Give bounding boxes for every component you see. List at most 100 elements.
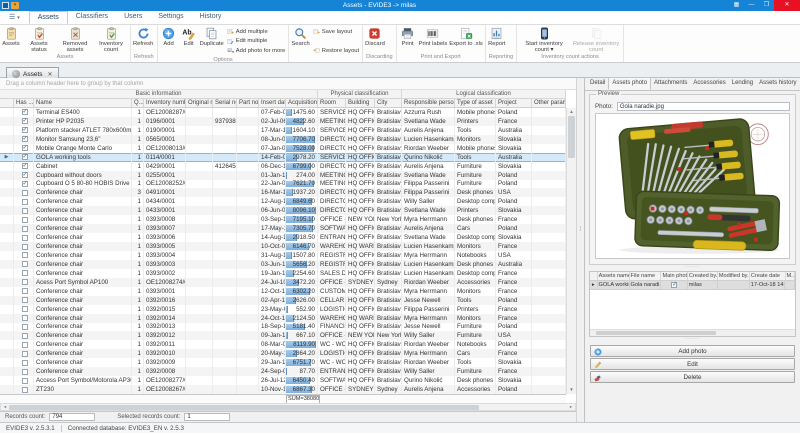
panel-tab-detail[interactable]: Detail: [587, 78, 608, 90]
row-checkbox[interactable]: [22, 360, 28, 366]
row-checkbox[interactable]: [22, 244, 28, 250]
removed-assets-button[interactable]: Removed assets: [57, 26, 93, 53]
table-row[interactable]: ✓Platform stacker ATLET 780x600mm10190/0…: [0, 126, 566, 135]
column-header-part-no-[interactable]: Part no.: [237, 99, 259, 108]
table-row[interactable]: ✓Monitor Samsung 23,6''10565/000108-Jun-…: [0, 135, 566, 144]
table-row[interactable]: ✓Printer HP P203510196/0001937938902-Jul…: [0, 117, 566, 126]
photo-table-scrollbar[interactable]: [590, 329, 795, 336]
row-checkbox[interactable]: ✓: [22, 181, 28, 187]
scroll-down-icon[interactable]: ▼: [567, 386, 576, 394]
photo-column-header[interactable]: Main photo: [661, 272, 687, 281]
panel-tab-assets-photo[interactable]: Assets photo: [608, 77, 651, 90]
row-checkbox[interactable]: [22, 297, 28, 303]
panel-tab-attachments[interactable]: Attachments: [651, 78, 690, 90]
ribbon-display-icon[interactable]: ▦: [729, 0, 744, 11]
row-checkbox[interactable]: ✓: [22, 136, 28, 142]
discard-button[interactable]: Discard: [364, 26, 386, 47]
add-photo-button[interactable]: Add photo: [590, 345, 795, 357]
row-checkbox[interactable]: [22, 306, 28, 312]
row-checkbox[interactable]: ✓: [22, 145, 28, 151]
table-row[interactable]: Conference chair10393/000803-Sep-147195.…: [0, 215, 566, 224]
row-checkbox[interactable]: ✓: [22, 163, 28, 169]
photo-column-header[interactable]: Assets name: [598, 272, 630, 281]
column-header-other-parameter[interactable]: Other parameter: [532, 99, 566, 108]
photo-column-header[interactable]: M...: [786, 272, 795, 281]
column-header-project[interactable]: Project: [496, 99, 532, 108]
table-row[interactable]: Conference chair10433/000106-Jun-098096.…: [0, 206, 566, 215]
row-checkbox[interactable]: [22, 333, 28, 339]
row-checkbox[interactable]: [22, 279, 28, 285]
edit-button[interactable]: AbEdit: [179, 26, 199, 47]
row-checkbox[interactable]: [22, 369, 28, 375]
add-multiple-button[interactable]: Add multiple: [227, 28, 286, 35]
table-row[interactable]: Access Port Symbol/Motorola AP3001OE1200…: [0, 376, 566, 385]
table-row[interactable]: ✓Terminal ES4001OE12008287/000107-Feb-09…: [0, 108, 566, 117]
scroll-left-icon[interactable]: ◂: [1, 404, 9, 410]
row-checkbox[interactable]: ✓: [22, 154, 28, 160]
table-row[interactable]: Conference chair10434/000112-Aug-136849.…: [0, 197, 566, 206]
photo-column-header[interactable]: Created by...: [688, 272, 718, 281]
close-tab-icon[interactable]: ✕: [48, 71, 53, 78]
row-checkbox[interactable]: ✓: [22, 109, 28, 115]
table-row[interactable]: ✓Cupboard without doors10255/000101-Jan-…: [0, 171, 566, 180]
photo-table-row[interactable]: ▸GOLA workin...Gola naradi...✓milas17-Oc…: [590, 281, 795, 290]
row-checkbox[interactable]: [22, 217, 28, 223]
scroll-up-icon[interactable]: ▲: [567, 108, 576, 116]
panel-splitter[interactable]: ⁞: [576, 78, 584, 422]
table-row[interactable]: Conference chair30491/000116-Mar-111937.…: [0, 188, 566, 197]
column-header-building[interactable]: Building: [346, 99, 375, 108]
column-header-responsible-person[interactable]: Responsible person: [402, 99, 455, 108]
group-by-bar[interactable]: Drag a column header here to group by th…: [0, 78, 576, 90]
add-button[interactable]: Add: [159, 26, 179, 47]
table-row[interactable]: Conference chair10393/000717-May-167305.…: [0, 224, 566, 233]
minimize-button[interactable]: —: [744, 0, 759, 11]
column-header-acquisition-price[interactable]: Acquisition price: [286, 99, 318, 108]
row-checkbox[interactable]: [22, 270, 28, 276]
vertical-scrollbar[interactable]: ▲ ▼: [566, 108, 576, 394]
row-checkbox[interactable]: ✓: [22, 172, 28, 178]
table-row[interactable]: ZT2301OE12008267/000110-Nov-156867.30OFF…: [0, 385, 566, 394]
duplicate-button[interactable]: Duplicate: [199, 26, 225, 47]
table-row[interactable]: Conference chair10393/000431-Aug-151507.…: [0, 251, 566, 260]
search-button[interactable]: Search: [290, 26, 310, 47]
row-checkbox[interactable]: [22, 235, 28, 241]
table-row[interactable]: Conference chair10392/001209-Jan-18667.1…: [0, 331, 566, 340]
table-row[interactable]: ✓Mobile Orange Monte Carlo1OE12008013/00…: [0, 144, 566, 153]
ribbon-tab-history[interactable]: History: [192, 11, 230, 24]
application-menu-button[interactable]: ☰ ▾: [0, 12, 29, 24]
table-row[interactable]: Conference chair10393/000303-Jun-115656.…: [0, 260, 566, 269]
table-row[interactable]: ✓Cabinet10429/0001412645406-Dec-136799.0…: [0, 162, 566, 171]
main-photo-checkbox[interactable]: ✓: [671, 282, 677, 288]
table-row[interactable]: Conference chair10393/000614-Aug-162918.…: [0, 233, 566, 242]
table-row[interactable]: Conference chair10392/001108-Mar-078119.…: [0, 340, 566, 349]
scrollbar-thumb[interactable]: [568, 116, 575, 158]
row-checkbox[interactable]: [22, 315, 28, 321]
add-photo-for-more-button[interactable]: Add photo for more: [227, 47, 286, 54]
photo-column-header[interactable]: Modified by...: [718, 272, 750, 281]
start-inventory-count-button[interactable]: Start inventory count ▾: [518, 26, 570, 53]
table-row[interactable]: Acess Port Symbol AP1001OE12008274/00012…: [0, 278, 566, 287]
print-button[interactable]: Print: [398, 26, 418, 47]
inventory-count-button[interactable]: Inventory count: [93, 26, 129, 53]
ribbon-tab-settings[interactable]: Settings: [150, 11, 191, 24]
table-row[interactable]: ✓Cupboard O 5 80-80 HOBIS Drive1OE120082…: [0, 180, 566, 189]
panel-tab-assets-history[interactable]: Assets history: [756, 78, 799, 90]
edit-multiple-button[interactable]: Edit multiple: [227, 38, 286, 45]
table-row[interactable]: ▶✓GOLA working tools10114/000114-Feb-082…: [0, 153, 566, 162]
close-button[interactable]: ✕: [774, 0, 800, 11]
row-checkbox[interactable]: [22, 208, 28, 214]
export-to-xls-button[interactable]: Export to .xls: [448, 26, 484, 47]
row-checkbox[interactable]: [22, 387, 28, 393]
quick-access-icon[interactable]: ▾: [11, 2, 19, 9]
row-checkbox[interactable]: [22, 378, 28, 384]
table-row[interactable]: Conference chair10392/001318-Sep-155181.…: [0, 323, 566, 332]
row-checkbox[interactable]: ✓: [22, 127, 28, 133]
panel-tab-lending[interactable]: Lending: [729, 78, 756, 90]
row-checkbox[interactable]: ✓: [22, 118, 28, 124]
row-checkbox[interactable]: [22, 261, 28, 267]
table-row[interactable]: Conference chair10393/000112-Oct-126302.…: [0, 287, 566, 296]
column-header-city[interactable]: City: [375, 99, 402, 108]
column-header-q-[interactable]: Q...: [132, 99, 144, 108]
panel-tab-accessories[interactable]: Accessories: [690, 78, 728, 90]
row-checkbox[interactable]: [22, 252, 28, 258]
